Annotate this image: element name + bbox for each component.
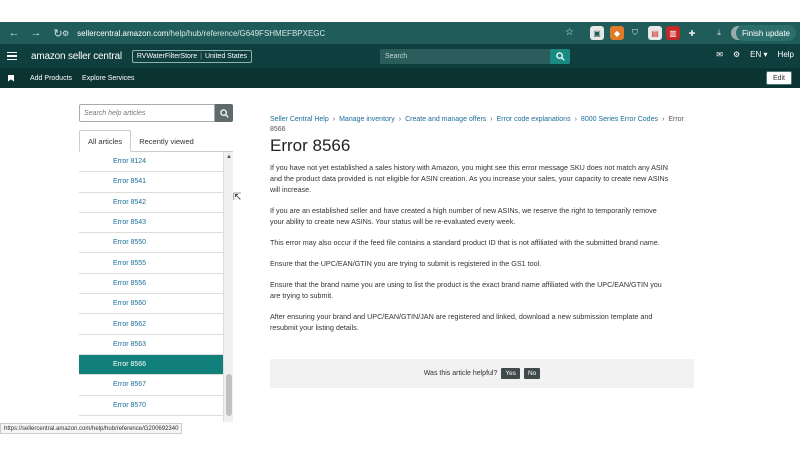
shield-icon[interactable]: ⛉ bbox=[628, 26, 642, 40]
bookmark-bar: Add Products Explore Services Edit bbox=[0, 68, 800, 88]
sidebar-tabs: All articles Recently viewed bbox=[79, 130, 233, 152]
sidebar-item[interactable]: Error 8550 bbox=[79, 233, 223, 254]
feedback-question: Was this article helpful? bbox=[423, 370, 498, 377]
article-paragraph: This error may also occur if the feed fi… bbox=[270, 238, 660, 247]
sidebar-item[interactable]: Error 8567 bbox=[79, 375, 223, 396]
sidebar-item[interactable]: Error 8555 bbox=[79, 253, 223, 274]
scrollbar-thumb[interactable] bbox=[226, 374, 232, 416]
address-bar[interactable]: ⚙ sellercentral.amazon.com/help/hub/refe… bbox=[62, 25, 580, 41]
site-settings-icon[interactable]: ⚙ bbox=[62, 29, 69, 38]
page-title: Error 8566 bbox=[270, 136, 351, 155]
header-search-button[interactable] bbox=[550, 49, 570, 64]
add-products-link[interactable]: Add Products bbox=[30, 75, 72, 82]
extension-badge-icon[interactable]: ▥ bbox=[666, 26, 680, 40]
breadcrumb-link[interactable]: Error code explanations bbox=[497, 116, 571, 123]
no-button[interactable]: No bbox=[523, 368, 541, 379]
breadcrumb-link[interactable]: 8000 Series Error Codes bbox=[581, 116, 658, 123]
breadcrumb-link[interactable]: Manage inventory bbox=[339, 116, 395, 123]
sidebar-item[interactable]: Error 8563 bbox=[79, 334, 223, 355]
tab-recently-viewed[interactable]: Recently viewed bbox=[131, 130, 202, 152]
mail-icon[interactable]: ✉ bbox=[716, 50, 723, 59]
gear-icon[interactable]: ⚙ bbox=[733, 50, 740, 59]
puzzle-icon[interactable]: ✚ bbox=[685, 26, 699, 40]
store-name: RVWaterFilterStore bbox=[136, 52, 198, 60]
header-actions: ✉ ⚙ EN ▾ Help bbox=[716, 50, 794, 59]
browser-nav: ← → ↻ bbox=[0, 27, 64, 40]
download-icon[interactable]: ⤓ bbox=[712, 26, 726, 40]
sidebar-item[interactable]: Error 8570 bbox=[79, 395, 223, 416]
explore-services-link[interactable]: Explore Services bbox=[82, 75, 135, 82]
chevron-right-icon: › bbox=[332, 116, 336, 123]
sidebar-item[interactable]: Error 8571 bbox=[79, 415, 223, 422]
article-list: Error 8124 Error 8541 Error 8542 Error 8543… bbox=[79, 152, 223, 422]
feedback-bar: Was this article helpful? Yes No bbox=[270, 359, 694, 388]
extension-icon[interactable]: ▣ bbox=[590, 26, 604, 40]
back-icon[interactable]: ← bbox=[8, 27, 20, 39]
mouse-cursor-icon: ⇱ bbox=[233, 192, 242, 203]
sidebar-item[interactable]: Error 8543 bbox=[79, 212, 223, 234]
article-paragraph: After ensuring your brand and UPC/EAN/GT… bbox=[270, 312, 653, 332]
article-paragraph: Ensure that the brand name you are using… bbox=[270, 280, 662, 300]
extension-red-icon[interactable]: ▤ bbox=[648, 26, 662, 40]
url-host: sellercentral.amazon.com bbox=[77, 28, 169, 38]
menu-icon[interactable] bbox=[7, 51, 17, 61]
search-icon bbox=[219, 108, 229, 118]
tab-all-articles[interactable]: All articles bbox=[79, 130, 132, 152]
chevron-right-icon: › bbox=[661, 116, 665, 123]
sidebar-item[interactable]: Error 8542 bbox=[79, 192, 223, 213]
finish-update-button[interactable]: Finish update bbox=[735, 25, 796, 41]
bookmark-icon[interactable] bbox=[8, 74, 14, 82]
browser-toolbar: ← → ↻ ⚙ sellercentral.amazon.com/help/hu… bbox=[0, 22, 800, 44]
breadcrumb: Seller Central Help › Manage inventory › Cre… bbox=[270, 115, 690, 135]
article-list-scrollbar[interactable]: ▲ bbox=[223, 152, 233, 422]
breadcrumb-link[interactable]: Create and manage offers bbox=[405, 116, 486, 123]
status-url: https://sellercentral.amazon.com/help/hu… bbox=[0, 423, 183, 434]
sidebar-item[interactable]: Error 8541 bbox=[79, 172, 223, 193]
article-paragraph: If you have not yet established a sales … bbox=[270, 163, 669, 194]
sidebar-item[interactable]: Error 8560 bbox=[79, 294, 223, 315]
bookmark-star-icon[interactable]: ☆ bbox=[565, 27, 574, 38]
search-icon bbox=[555, 52, 565, 61]
yes-button[interactable]: Yes bbox=[501, 368, 520, 379]
chevron-right-icon: › bbox=[574, 116, 577, 123]
help-search-button[interactable] bbox=[215, 104, 233, 122]
article-paragraph: Ensure that the UPC/EAN/GTIN you are try… bbox=[270, 259, 542, 268]
article-body: If you have not yet established a sales … bbox=[270, 162, 670, 343]
header-search-input[interactable]: Search bbox=[380, 49, 550, 64]
article-paragraph: If you are an established seller and hav… bbox=[270, 206, 657, 226]
chevron-right-icon: › bbox=[490, 116, 493, 123]
sidebar-item[interactable]: Error 8562 bbox=[79, 314, 223, 335]
language-selector[interactable]: EN ▾ bbox=[750, 50, 767, 59]
breadcrumb-link[interactable]: Seller Central Help bbox=[270, 116, 329, 123]
help-search-input[interactable]: Search help articles bbox=[79, 104, 215, 122]
store-region: United States bbox=[204, 52, 248, 60]
sidebar-item[interactable]: Error 8566 bbox=[79, 354, 223, 376]
sidebar-item[interactable]: Error 8556 bbox=[79, 273, 223, 295]
url-path: /help/hub/reference/G649FSHMEFBPXEGC bbox=[168, 28, 326, 38]
store-switcher[interactable]: RVWaterFilterStore | United States bbox=[131, 49, 253, 63]
sidebar-item[interactable]: Error 8124 bbox=[79, 152, 223, 173]
chevron-right-icon: › bbox=[398, 116, 402, 123]
amazon-logo[interactable]: amazon seller central bbox=[31, 51, 122, 62]
help-link[interactable]: Help bbox=[778, 50, 794, 59]
edit-button[interactable]: Edit bbox=[765, 71, 792, 85]
scroll-up-icon[interactable]: ▲ bbox=[226, 154, 232, 160]
seller-central-header: amazon seller central RVWaterFilterStore… bbox=[0, 44, 800, 68]
forward-icon[interactable]: → bbox=[30, 27, 42, 39]
extension-fox-icon[interactable]: ◆ bbox=[610, 26, 624, 40]
header-search: Search bbox=[380, 49, 570, 64]
